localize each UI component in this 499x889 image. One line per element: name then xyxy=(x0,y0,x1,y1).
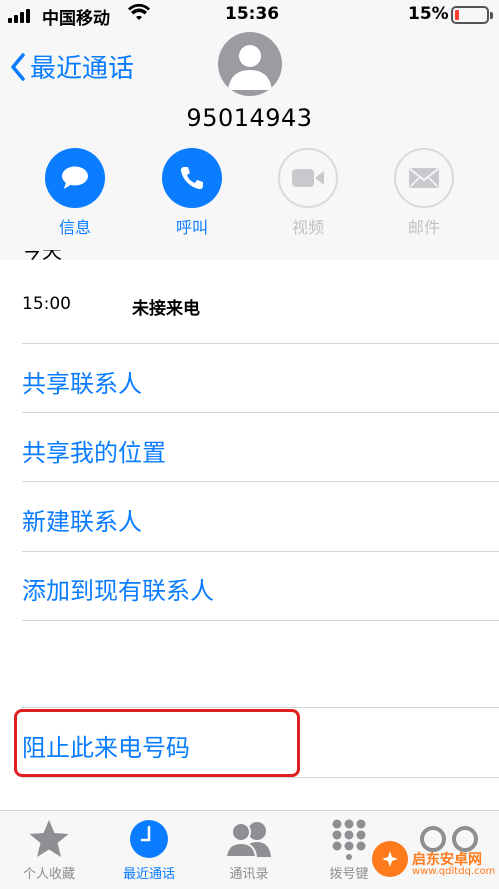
divider xyxy=(22,343,499,344)
status-time: 15:36 xyxy=(225,4,280,24)
battery-percent: 15% xyxy=(408,4,449,24)
highlight-box xyxy=(14,709,300,777)
divider xyxy=(22,412,499,413)
share-contact-option[interactable]: 共享联系人 xyxy=(22,364,142,399)
phone-icon xyxy=(180,167,203,190)
divider xyxy=(22,481,499,482)
watermark-logo: 启东安卓网 www.qdltdq.com xyxy=(372,832,496,886)
signal-icon xyxy=(8,9,30,23)
divider xyxy=(22,620,499,621)
tab-contacts[interactable]: 通讯录 xyxy=(204,815,294,882)
tab-recents[interactable]: 最近通话 xyxy=(104,815,194,882)
watermark-icon xyxy=(372,841,408,877)
message-button[interactable]: 信息 xyxy=(35,148,115,238)
mail-label: 邮件 xyxy=(407,218,440,237)
contacts-icon xyxy=(224,822,271,858)
tab-favorites[interactable]: 个人收藏 xyxy=(4,815,94,882)
chevron-left-icon xyxy=(11,52,25,81)
new-contact-option[interactable]: 新建联系人 xyxy=(22,502,142,537)
add-to-existing-option[interactable]: 添加到现有联系人 xyxy=(22,571,214,606)
video-label: 视频 xyxy=(291,218,324,237)
tab-recents-label: 最近通话 xyxy=(122,867,175,882)
contact-header: 最近通话 95014943 信息 呼叫 视频 邮件 xyxy=(0,30,499,260)
watermark-url: www.qdltdq.com xyxy=(412,866,496,877)
star-icon xyxy=(29,820,69,857)
share-location-option[interactable]: 共享我的位置 xyxy=(22,433,166,468)
clock-icon xyxy=(130,820,168,858)
back-button[interactable]: 最近通话 xyxy=(10,48,134,85)
tab-contacts-label: 通讯录 xyxy=(229,867,269,882)
message-icon xyxy=(62,166,88,189)
tab-favorites-label: 个人收藏 xyxy=(22,867,75,882)
phone-number: 95014943 xyxy=(186,104,313,132)
keypad-icon xyxy=(332,819,366,860)
wifi-icon xyxy=(128,3,150,27)
message-label: 信息 xyxy=(58,218,91,237)
person-icon xyxy=(228,45,272,90)
video-button[interactable]: 视频 xyxy=(268,148,348,238)
call-type: 未接来电 xyxy=(132,299,200,319)
action-row: 信息 呼叫 视频 邮件 xyxy=(0,148,499,258)
back-label: 最近通话 xyxy=(30,54,135,84)
call-button[interactable]: 呼叫 xyxy=(152,148,232,238)
avatar xyxy=(218,32,282,96)
mail-icon xyxy=(409,168,439,188)
carrier-name: 中国移动 xyxy=(42,9,110,29)
section-label-today: 今天 xyxy=(22,250,62,263)
battery-icon xyxy=(451,6,493,24)
mail-button[interactable]: 邮件 xyxy=(384,148,464,238)
call-time: 15:00 xyxy=(22,294,71,314)
divider xyxy=(22,707,499,708)
divider xyxy=(22,551,499,552)
status-bar: 中国移动 15:36 15% xyxy=(0,0,499,30)
call-label: 呼叫 xyxy=(175,218,208,237)
video-icon xyxy=(292,169,324,187)
divider xyxy=(22,777,499,778)
